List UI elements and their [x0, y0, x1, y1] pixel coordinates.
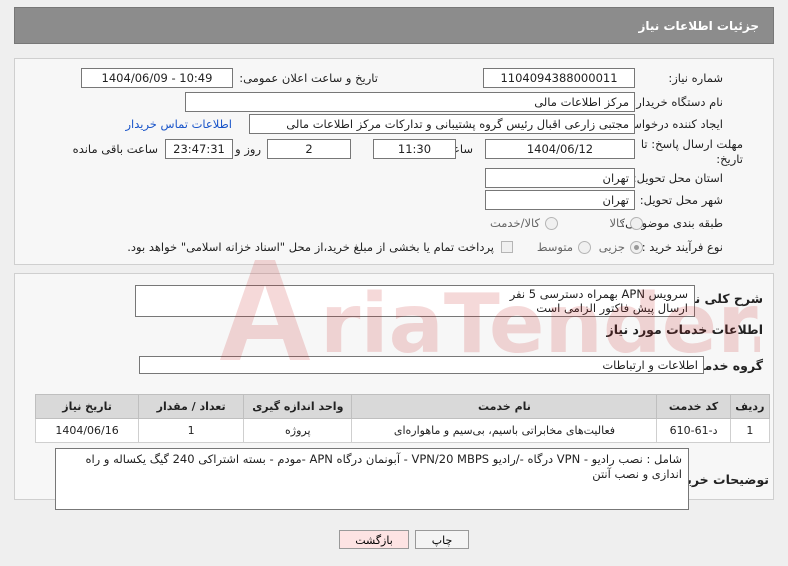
deadline-time-field[interactable]: 11:30	[373, 139, 456, 159]
deadline-label-1: مهلت ارسال پاسخ: تا	[640, 137, 743, 151]
services-section-title: اطلاعات خدمات مورد نیاز	[606, 322, 764, 337]
cell-row: 1	[729, 418, 771, 443]
category-option-goods: کالا	[609, 216, 625, 230]
remaining-label: ساعت باقی مانده	[72, 142, 158, 156]
process-option-minor: جزیی	[598, 240, 625, 254]
province-field[interactable]: تهران	[485, 168, 635, 188]
details-panel: شرح کلی نیاز: سرویس APN بهمراه دسترسی 5 …	[14, 273, 774, 510]
cell-unit: پروژه	[243, 418, 353, 443]
buyer-contact-link[interactable]: اطلاعات تماس خریدار	[125, 117, 232, 131]
col-date: تاریخ نیاز	[34, 394, 140, 419]
description-line-1: سرویس APN بهمراه دسترسی 5 نفر	[509, 287, 688, 301]
page-header: جزئیات اطلاعات نیاز	[14, 7, 774, 44]
category-radio-goods[interactable]	[630, 217, 643, 230]
days-field[interactable]: 2	[267, 139, 351, 159]
announce-datetime-field[interactable]: 1404/06/09 - 10:49	[81, 68, 233, 88]
deadline-label-2: تاریخ:	[716, 152, 743, 166]
col-quantity: تعداد / مقدار	[138, 394, 245, 419]
process-option-medium: متوسط	[536, 240, 573, 254]
services-table-header: ردیف کد خدمت نام خدمت واحد اندازه گیری ت…	[34, 394, 771, 419]
col-name: نام خدمت	[351, 394, 658, 419]
cell-date: 1404/06/16	[34, 418, 140, 443]
category-option-goods-service: کالا/خدمت	[489, 216, 540, 230]
service-group-field[interactable]: اطلاعات و ارتباطات	[139, 356, 704, 374]
process-radio-minor[interactable]	[630, 241, 643, 254]
cell-quantity: 1	[138, 418, 245, 443]
cell-name: فعالیت‌های مخابراتی باسیم، بی‌سیم و ماهو…	[351, 418, 658, 443]
buyer-notes-text: شامل : نصب رادیو - VPN درگاه -/رادیو VPN…	[85, 452, 682, 481]
buyer-org-label: نام دستگاه خریدار:	[632, 95, 723, 109]
services-table: ردیف کد خدمت نام خدمت واحد اندازه گیری ت…	[34, 394, 771, 443]
creator-field[interactable]: مجتبی زارعی اقبال رئیس گروه پشتیبانی و ت…	[249, 114, 635, 134]
print-button[interactable]: چاپ	[415, 530, 469, 549]
remaining-time-field[interactable]: 23:47:31	[165, 139, 233, 159]
payment-note: پرداخت تمام یا بخشی از مبلغ خرید،از محل …	[127, 240, 494, 254]
payment-checkbox[interactable]	[501, 241, 513, 253]
deadline-date-field[interactable]: 1404/06/12	[485, 139, 635, 159]
need-number-field[interactable]: 1104094388000011	[483, 68, 635, 88]
col-row: ردیف	[729, 394, 771, 419]
col-unit: واحد اندازه گیری	[243, 394, 353, 419]
process-radio-medium[interactable]	[578, 241, 591, 254]
city-label: شهر محل تحویل:	[639, 193, 723, 207]
description-line-2: ارسال پیش فاکتور الزامی است	[536, 301, 688, 315]
back-button[interactable]: بازگشت	[339, 530, 409, 549]
process-label: نوع فرآیند خرید :	[641, 240, 723, 254]
announce-label: تاریخ و ساعت اعلان عمومی:	[239, 71, 378, 85]
table-row: 1 د-61-610 فعالیت‌های مخابراتی باسیم، بی…	[34, 418, 771, 443]
info-panel: شماره نیاز: 1104094388000011 تاریخ و ساع…	[14, 58, 774, 265]
page-title: جزئیات اطلاعات نیاز	[638, 18, 759, 33]
days-label: روز و	[235, 142, 261, 156]
buyer-org-field[interactable]: مرکز اطلاعات مالی	[185, 92, 635, 112]
category-radio-goods-service[interactable]	[545, 217, 558, 230]
city-field[interactable]: تهران	[485, 190, 635, 210]
description-box[interactable]: سرویس APN بهمراه دسترسی 5 نفر ارسال پیش …	[135, 285, 695, 317]
province-label: استان محل تحویل:	[632, 171, 723, 185]
need-number-label: شماره نیاز:	[668, 71, 723, 85]
cell-code: د-61-610	[656, 418, 731, 443]
buyer-notes-box[interactable]: شامل : نصب رادیو - VPN درگاه -/رادیو VPN…	[55, 448, 689, 510]
col-code: کد خدمت	[656, 394, 731, 419]
